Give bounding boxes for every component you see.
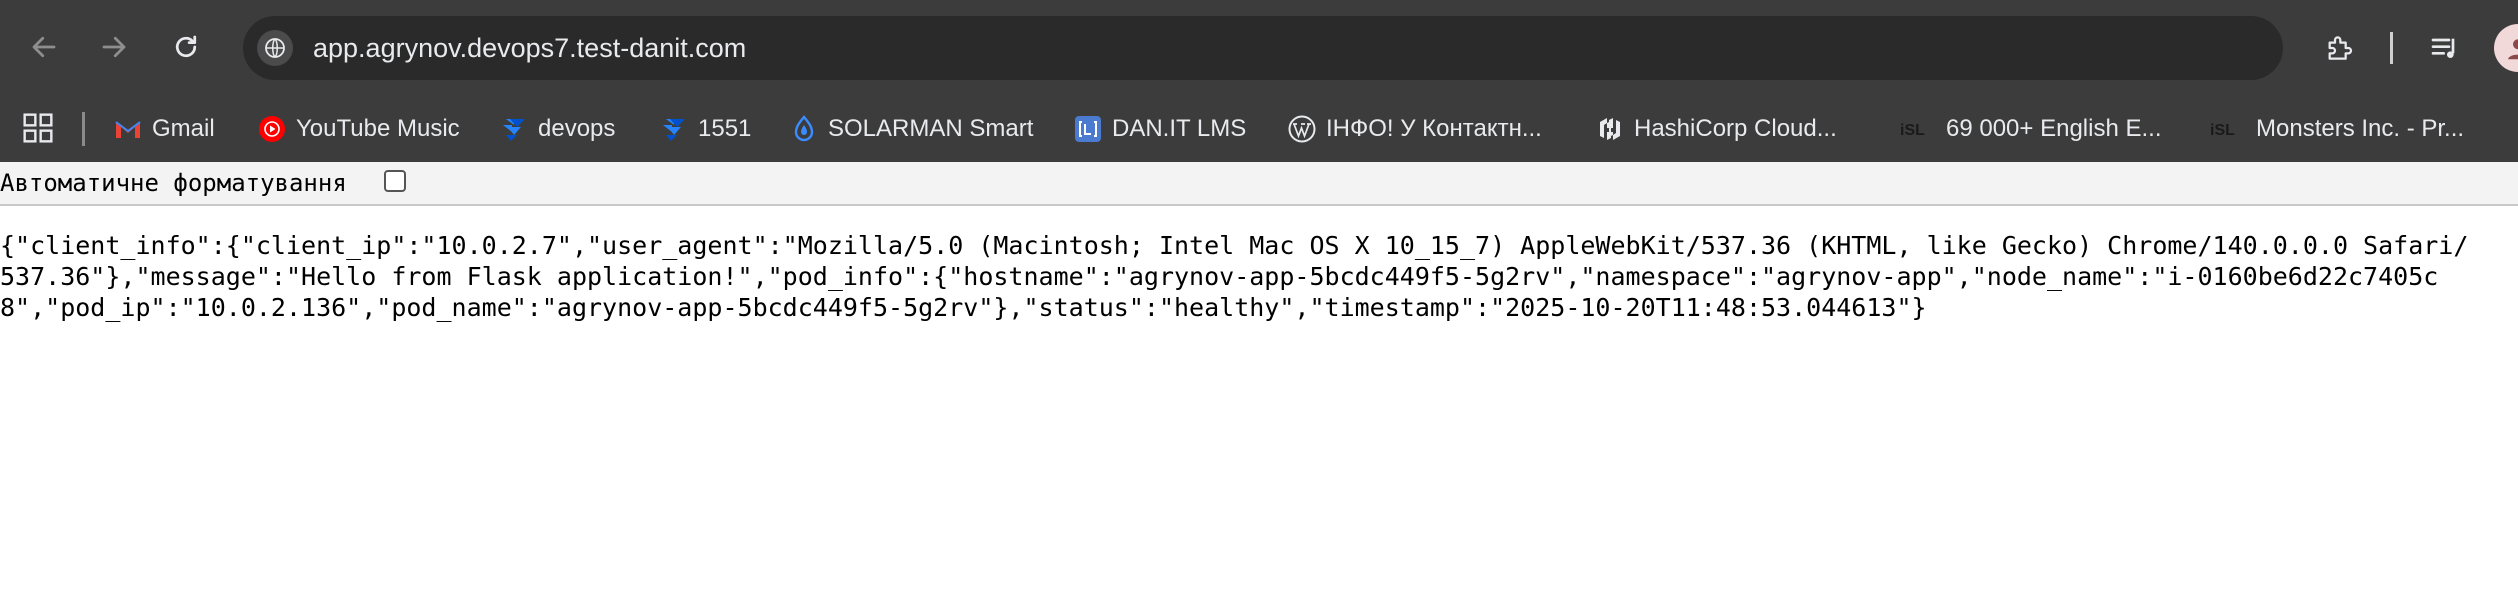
site-info-icon[interactable] <box>257 30 293 66</box>
bookmark-hashicorp[interactable]: HashiCorp Cloud... <box>1596 108 1837 150</box>
bookmark-label: DAN.IT LMS <box>1112 115 1247 142</box>
wordpress-icon <box>1288 115 1316 143</box>
bookmark-monsters-inc[interactable]: iSL Monsters Inc. - Pr... <box>2210 108 2464 150</box>
back-arrow-icon[interactable] <box>24 27 64 67</box>
bookmark-label: Gmail <box>152 115 215 142</box>
bookmark-1551[interactable]: 1551 <box>660 108 751 150</box>
hashicorp-icon <box>1596 115 1624 143</box>
bookmark-label: Monsters Inc. - Pr... <box>2256 115 2465 142</box>
bookmark-english[interactable]: iSL 69 000+ English E... <box>1900 108 2161 150</box>
pretty-print-bar: Автоматичне форматування <box>0 162 2518 206</box>
profile-avatar-icon[interactable] <box>2494 24 2518 72</box>
reload-icon[interactable] <box>166 27 206 67</box>
bookmark-devops[interactable]: devops <box>500 108 615 150</box>
svg-text:iSL: iSL <box>1900 122 1925 139</box>
svg-text:iSL: iSL <box>2210 122 2235 139</box>
jira-icon <box>660 115 688 143</box>
bookmark-label: 69 000+ English E... <box>1946 115 2162 142</box>
bookmark-label: devops <box>538 115 616 142</box>
bookmark-info-contact[interactable]: ІНФО! У Контактн... <box>1288 108 1542 150</box>
bookmark-danit-lms[interactable]: DAN.IT LMS <box>1074 108 1246 150</box>
solarman-icon <box>790 115 818 143</box>
forward-arrow-icon[interactable] <box>94 27 134 67</box>
lms-icon <box>1074 115 1102 143</box>
isl-icon: iSL <box>1900 115 1936 143</box>
bookmark-youtube-music[interactable]: YouTube Music <box>258 108 460 150</box>
media-queue-icon[interactable] <box>2424 27 2466 69</box>
gmail-icon <box>114 115 142 143</box>
json-response-body: {"client_info":{"client_ip":"10.0.2.7","… <box>0 231 2469 322</box>
bookmarks-separator <box>82 112 85 146</box>
pretty-print-label: Автоматичне форматування <box>0 169 347 197</box>
extensions-puzzle-icon[interactable] <box>2318 27 2360 69</box>
bookmark-label: HashiCorp Cloud... <box>1634 115 1837 142</box>
bookmark-label: YouTube Music <box>296 115 460 142</box>
pretty-print-checkbox[interactable] <box>384 170 406 192</box>
bookmark-gmail[interactable]: Gmail <box>114 108 215 150</box>
bookmark-label: SOLARMAN Smart <box>828 115 1034 142</box>
url-text[interactable]: app.agrynov.devops7.test-danit.com <box>313 32 746 64</box>
toolbar-divider <box>2390 32 2393 64</box>
isl-icon: iSL <box>2210 115 2246 143</box>
bookmark-solarman[interactable]: SOLARMAN Smart <box>790 108 1033 150</box>
bookmarks-bar: Gmail YouTube Music devops 1551 SOLARMAN… <box>0 96 2518 162</box>
bookmark-label: ІНФО! У Контактн... <box>1326 115 1542 142</box>
jira-icon <box>500 115 528 143</box>
apps-grid-icon[interactable] <box>22 112 54 144</box>
bookmark-label: 1551 <box>698 115 752 142</box>
browser-toolbar: app.agrynov.devops7.test-danit.com <box>0 0 2518 96</box>
address-bar[interactable]: app.agrynov.devops7.test-danit.com <box>243 16 2283 80</box>
youtube-music-icon <box>258 115 286 143</box>
